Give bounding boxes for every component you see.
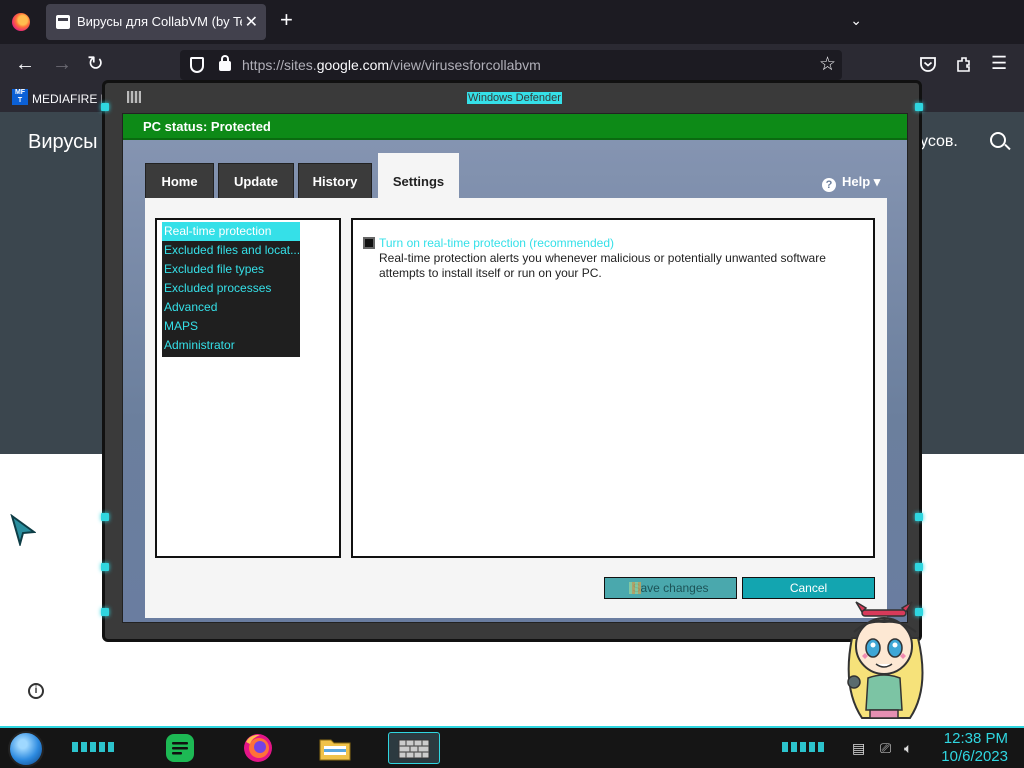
sidebar-item-maps[interactable]: MAPS xyxy=(162,317,300,336)
sidebar-item-real-time-protection[interactable]: Real-time protection xyxy=(162,222,300,241)
taskbar-app-notes[interactable] xyxy=(160,732,200,764)
sidebar-item-excluded-processes[interactable]: Excluded processes xyxy=(162,279,300,298)
mediafire-icon: MF T xyxy=(12,89,28,105)
page-title[interactable]: Вирусы xyxy=(28,131,98,154)
bookmark-star-icon[interactable]: ☆ xyxy=(819,53,836,76)
tab-title: Вирусы для CollabVM (by TestUser) xyxy=(77,14,242,29)
forward-icon[interactable]: → xyxy=(52,54,72,74)
google-sites-icon xyxy=(56,15,70,29)
new-tab-button[interactable]: + xyxy=(280,9,293,31)
status-bar: PC status: Protected xyxy=(123,114,907,140)
windows-defender-icon xyxy=(398,739,430,759)
sidebar-item-excluded-file-types[interactable]: Excluded file types xyxy=(162,260,300,279)
frame-light-icon xyxy=(915,103,923,111)
pc-status-text: PC status: Protected xyxy=(143,119,271,134)
bookmark-mediafire[interactable]: MEDIAFIRE R xyxy=(32,92,109,106)
close-tab-icon[interactable]: ✕ xyxy=(245,12,258,32)
page-title-right[interactable]: усов. xyxy=(920,133,958,151)
real-time-protection-checkbox[interactable] xyxy=(363,237,375,249)
clock-date: 10/6/2023 xyxy=(941,748,1008,765)
file-explorer-icon xyxy=(319,739,351,761)
cancel-button[interactable]: Cancel xyxy=(742,577,875,599)
sidebar-item-advanced[interactable]: Advanced xyxy=(162,298,300,317)
browser-tab[interactable]: Вирусы для CollabVM (by TestUser) ✕ xyxy=(46,4,266,40)
help-menu[interactable]: ? Help ▾ xyxy=(822,174,880,192)
settings-content: Turn on real-time protection (recommende… xyxy=(351,218,875,558)
cursor-icon xyxy=(10,514,36,546)
taskbar-app-defender[interactable] xyxy=(388,732,440,764)
settings-sidebar: Real-time protection Excluded files and … xyxy=(155,218,341,558)
save-changes-button[interactable]: Save changes xyxy=(604,577,737,599)
real-time-protection-label[interactable]: Turn on real-time protection (recommende… xyxy=(379,236,614,250)
help-icon: ? xyxy=(822,178,836,192)
taskbar-decoration xyxy=(782,742,826,752)
list-tabs-icon[interactable]: ⌄ xyxy=(850,12,862,29)
tab-settings[interactable]: Settings xyxy=(378,153,459,199)
reload-icon[interactable]: ↻ xyxy=(87,54,104,74)
frame-light-icon xyxy=(101,608,109,616)
frame-light-icon xyxy=(101,103,109,111)
clock[interactable]: 12:38 PM 10/6/2023 xyxy=(941,730,1008,766)
help-label: Help ▾ xyxy=(842,174,881,189)
pocket-icon[interactable] xyxy=(919,55,937,73)
taskbar-app-explorer[interactable] xyxy=(315,732,355,764)
action-center-icon[interactable]: ▤ xyxy=(852,740,865,757)
start-button[interactable] xyxy=(8,731,44,767)
back-icon[interactable]: ← xyxy=(15,54,35,74)
info-icon[interactable]: i xyxy=(28,683,44,699)
firefox-icon xyxy=(244,734,272,762)
search-icon[interactable] xyxy=(990,132,1006,148)
defender-title-icon xyxy=(127,91,141,103)
sidebar-item-administrator[interactable]: Administrator xyxy=(162,336,300,355)
notes-app-icon xyxy=(166,734,194,762)
taskbar-decoration xyxy=(72,742,116,752)
frame-light-icon xyxy=(101,513,109,521)
defender-client-area: PC status: Protected Home Update History… xyxy=(122,113,908,623)
volume-icon[interactable]: 🔈︎ xyxy=(904,740,912,757)
tab-update[interactable]: Update xyxy=(218,163,294,199)
save-changes-label: Save changes xyxy=(632,581,709,595)
url-text[interactable]: https://sites.google.com/view/virusesfor… xyxy=(242,57,541,73)
settings-panel: Real-time protection Excluded files and … xyxy=(145,198,887,618)
character-sticker-icon xyxy=(847,601,924,719)
window-title: Windows Defender xyxy=(467,92,562,104)
network-icon[interactable]: ⎚ xyxy=(880,740,891,757)
windows-defender-window: Windows Defender PC status: Protected Ho… xyxy=(101,80,923,642)
taskbar-app-firefox[interactable] xyxy=(238,732,278,764)
extensions-icon[interactable] xyxy=(955,55,973,73)
frame-light-icon xyxy=(915,563,923,571)
taskbar: ▤ ⎚ 🔈︎ 12:38 PM 10/6/2023 xyxy=(0,726,1024,768)
menu-icon[interactable]: ☰ xyxy=(991,53,1007,73)
url-bar[interactable]: https://sites.google.com/view/virusesfor… xyxy=(180,50,842,80)
tab-home[interactable]: Home xyxy=(145,163,214,199)
real-time-protection-description: Real-time protection alerts you whenever… xyxy=(379,251,826,280)
sidebar-item-excluded-files[interactable]: Excluded files and locat... xyxy=(162,241,300,260)
clock-time: 12:38 PM xyxy=(943,730,1008,747)
browser-tab-bar: Вирусы для CollabVM (by TestUser) ✕ + ⌄ xyxy=(0,0,1024,44)
tracking-protection-icon[interactable] xyxy=(190,57,204,73)
shield-icon xyxy=(629,582,641,594)
lock-icon[interactable] xyxy=(219,55,231,71)
firefox-logo-icon[interactable] xyxy=(12,13,30,31)
tab-history[interactable]: History xyxy=(298,163,372,199)
frame-light-icon xyxy=(101,563,109,571)
frame-light-icon xyxy=(915,513,923,521)
